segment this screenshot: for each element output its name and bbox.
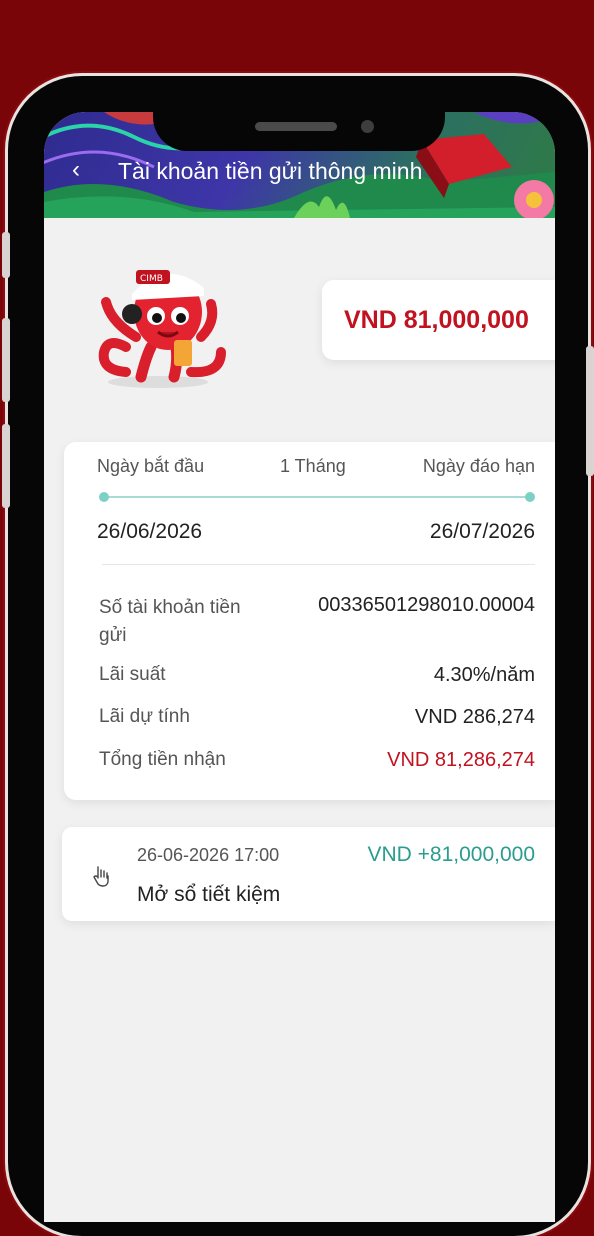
maturity-date-label: Ngày đáo hạn <box>422 456 535 476</box>
term-details-card: Ngày bắt đầu 1 Tháng Ngày đáo hạn 26/06/… <box>64 442 555 800</box>
interest-rate-label: Lãi suất <box>99 664 166 685</box>
front-camera <box>361 120 374 133</box>
phone-side-button <box>586 346 594 476</box>
interest-rate-value: 4.30%/năm <box>433 664 535 686</box>
transaction-amount: VND +81,000,000 <box>367 843 535 866</box>
start-date-value: 26/06/2026 <box>97 520 203 543</box>
expected-interest-label: Lãi dự tính <box>99 706 190 727</box>
phone-side-button <box>2 232 10 278</box>
transaction-time: 26-06-2026 17:00 <box>137 845 280 865</box>
timeline-end-dot <box>525 492 535 502</box>
page-title: Tài khoản tiền gửi thông minh <box>118 158 423 184</box>
balance-amount: VND 81,000,000 <box>344 306 529 334</box>
hand-pointer-icon <box>93 866 109 887</box>
transaction-description: Mở sổ tiết kiệm <box>137 883 281 906</box>
start-date-label: Ngày bắt đầu <box>97 456 205 476</box>
total-receive-label: Tổng tiền nhận <box>99 749 226 770</box>
phone-side-button <box>2 424 10 508</box>
account-number-value: 00336501298010.00004 <box>318 594 535 616</box>
term-timeline <box>99 492 535 502</box>
account-number-label: Số tài khoản tiền gửi <box>99 597 241 646</box>
balance-card: VND 81,000,000 <box>322 280 555 360</box>
phone-speaker <box>255 122 337 131</box>
timeline-start-dot <box>99 492 109 502</box>
octopus-mascot: CIMB <box>96 252 246 392</box>
total-receive-value: VND 81,286,274 <box>387 749 535 771</box>
expected-interest-value: VND 286,274 <box>414 706 535 728</box>
term-duration-label: 1 Tháng <box>280 456 346 476</box>
maturity-date-value: 26/07/2026 <box>429 520 535 543</box>
transaction-row[interactable]: 26-06-2026 17:00 VND +81,000,000 Mở sổ t… <box>62 827 555 921</box>
phone-notch <box>153 76 445 151</box>
phone-side-button <box>2 318 10 402</box>
app-screen: ‹ Tài khoản tiền gửi thông minh CIMB VND… <box>44 112 555 1222</box>
mascot-cap-logo: CIMB <box>140 274 163 284</box>
divider <box>102 564 535 565</box>
back-button[interactable]: ‹ <box>72 158 80 182</box>
